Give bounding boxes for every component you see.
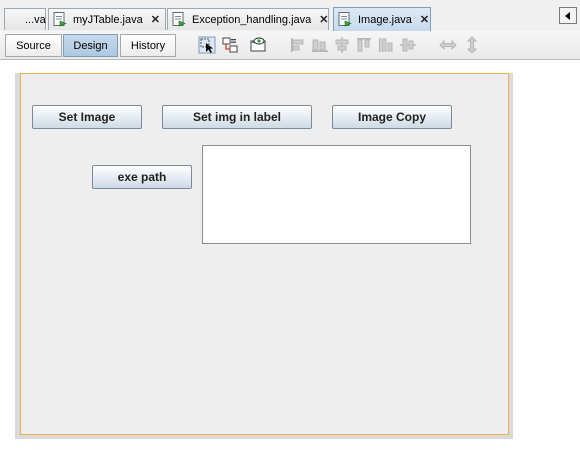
tab-design[interactable]: Design [63, 34, 118, 57]
align-right-icon[interactable] [311, 36, 329, 54]
close-icon[interactable]: ✕ [420, 13, 429, 26]
close-icon[interactable]: ✕ [319, 13, 328, 26]
align-bottom-icon[interactable] [377, 36, 395, 54]
preview-design-icon[interactable] [249, 36, 267, 54]
image-label[interactable] [202, 145, 471, 244]
java-file-icon [172, 12, 186, 27]
tab-source[interactable]: Source [5, 34, 62, 57]
image-copy-button[interactable]: Image Copy [332, 105, 452, 129]
close-icon[interactable]: ✕ [151, 13, 160, 26]
tab-history[interactable]: History [120, 34, 176, 57]
editor-tab-truncated[interactable]: ...va [4, 8, 46, 30]
editor-tab-exception-handling[interactable]: Exception_handling.java ✕ [167, 8, 329, 30]
connection-mode-icon[interactable] [221, 36, 239, 54]
resize-vertical-icon[interactable] [463, 36, 481, 54]
resize-horizontal-icon[interactable] [439, 36, 457, 54]
tab-label: ...va [25, 13, 46, 26]
center-vertically-icon[interactable] [399, 36, 417, 54]
exe-path-button[interactable]: exe path [92, 165, 192, 189]
java-file-icon [338, 12, 352, 27]
tab-label: myJTable.java [73, 13, 143, 26]
align-top-icon[interactable] [355, 36, 373, 54]
tab-label: Image.java [358, 13, 412, 26]
editor-tab-image-java[interactable]: Image.java ✕ [333, 7, 431, 31]
set-img-in-label-button[interactable]: Set img in label [162, 105, 312, 129]
editor-view-toolbar: Source Design History [0, 31, 580, 60]
editor-tab-strip: ...va myJTable.java ✕ Exception_handling… [0, 0, 580, 32]
set-image-button[interactable]: Set Image [32, 105, 142, 129]
align-left-icon[interactable] [289, 36, 307, 54]
editor-tab-myjtable[interactable]: myJTable.java ✕ [48, 8, 166, 30]
jframe-form[interactable]: Set Image Set img in label Image Copy ex… [20, 73, 509, 435]
java-file-icon [53, 12, 67, 27]
selection-mode-icon[interactable] [198, 36, 216, 54]
tab-label: Exception_handling.java [192, 13, 312, 26]
arrow-left-icon [565, 11, 570, 20]
scroll-tabs-left-button[interactable] [559, 7, 577, 24]
center-horizontally-icon[interactable] [333, 36, 351, 54]
